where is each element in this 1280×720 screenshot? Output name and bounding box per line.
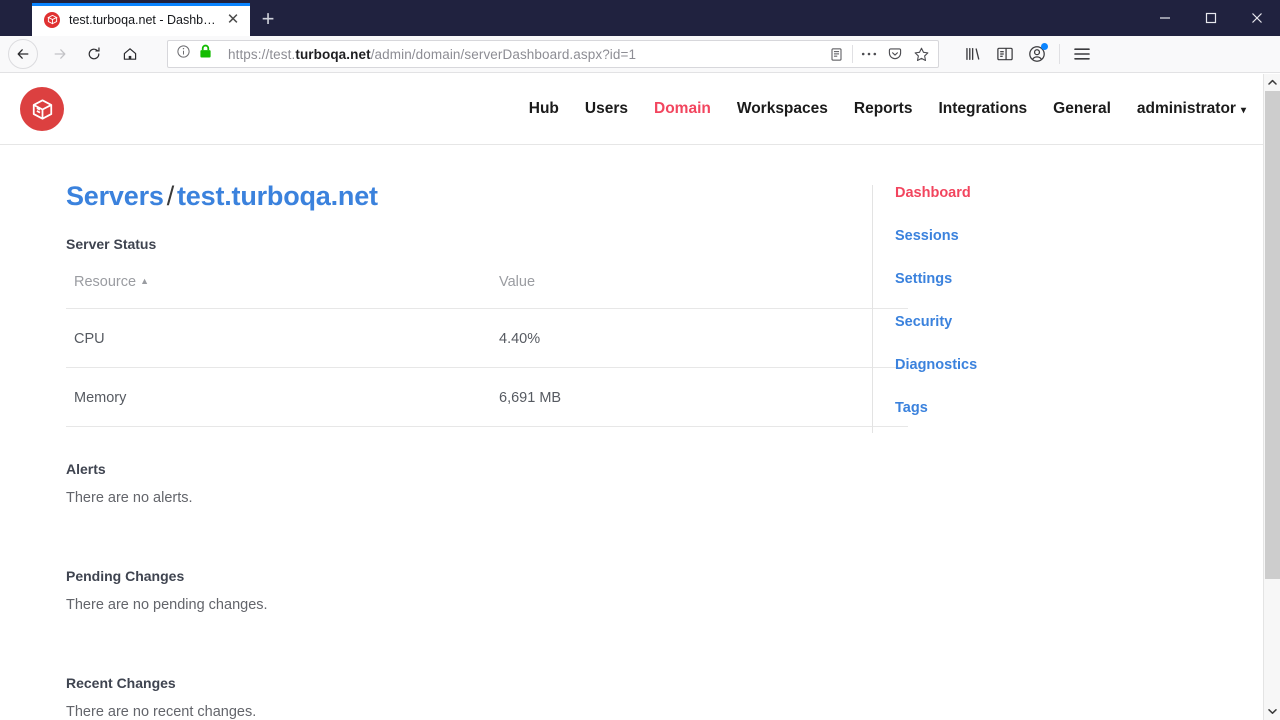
main-navigation: Hub Users Domain Workspaces Reports Inte… [529, 100, 1246, 118]
nav-item-general[interactable]: General [1053, 100, 1111, 118]
toolbar-divider [1059, 44, 1060, 64]
recent-changes-body: There are no recent changes. [66, 704, 872, 720]
turbo-cube-logo-icon[interactable] [20, 87, 64, 131]
alerts-section: Alerts There are no alerts. [66, 461, 872, 506]
account-menu-label: administrator [1137, 100, 1236, 117]
side-nav-item-settings[interactable]: Settings [885, 271, 1202, 287]
account-menu[interactable]: administrator ▾ [1137, 100, 1246, 118]
side-nav-item-diagnostics[interactable]: Diagnostics [885, 357, 1202, 373]
title-bar: test.turboqa.net - Dashboard ✕ + [0, 0, 1280, 36]
table-row: CPU 4.40% [66, 309, 908, 368]
navigation-toolbar: https://test.turboqa.net/admin/domain/se… [0, 36, 1280, 73]
nav-item-domain[interactable]: Domain [654, 100, 711, 118]
close-icon[interactable] [1234, 0, 1280, 36]
cell-value: 6,691 MB [491, 368, 908, 427]
account-notification-dot [1041, 43, 1048, 50]
cell-resource: Memory [66, 368, 491, 427]
app-header: Hub Users Domain Workspaces Reports Inte… [0, 74, 1266, 145]
scroll-up-icon[interactable] [1264, 74, 1280, 91]
nav-item-reports[interactable]: Reports [854, 100, 913, 118]
new-tab-button[interactable]: + [250, 3, 286, 36]
side-nav-links: Dashboard Sessions Settings Security Dia… [885, 185, 1202, 416]
browser-tab[interactable]: test.turboqa.net - Dashboard ✕ [32, 3, 250, 36]
address-bar[interactable]: https://test.turboqa.net/admin/domain/se… [167, 40, 939, 68]
side-nav-item-tags[interactable]: Tags [885, 400, 1202, 416]
nav-item-integrations[interactable]: Integrations [938, 100, 1027, 118]
column-header-resource-label: Resource [74, 274, 136, 290]
forward-arrow-icon [45, 39, 75, 69]
back-arrow-icon[interactable] [8, 39, 38, 69]
side-nav-item-sessions[interactable]: Sessions [885, 228, 1202, 244]
web-page: Hub Users Domain Workspaces Reports Inte… [0, 74, 1266, 720]
home-house-icon[interactable] [115, 39, 145, 69]
reload-arrow-icon[interactable] [79, 39, 109, 69]
pocket-icon[interactable] [882, 41, 908, 67]
cell-resource: CPU [66, 309, 491, 368]
app-menu-icon[interactable] [1066, 39, 1098, 69]
sidebar-icon[interactable] [989, 39, 1021, 69]
url-suffix: /admin/domain/serverDashboard.aspx?id=1 [371, 47, 636, 62]
server-status-table: Resource▲ Value CPU 4.40% Memory 6 [66, 274, 908, 427]
nav-item-hub[interactable]: Hub [529, 100, 559, 118]
alerts-title: Alerts [66, 461, 872, 477]
column-header-resource[interactable]: Resource ▲ [66, 274, 491, 309]
pending-changes-body: There are no pending changes. [66, 597, 872, 613]
favicon-icon [44, 12, 60, 28]
main-column: Servers/test.turboqa.net Server Status R… [0, 181, 872, 720]
column-header-value[interactable]: Value [491, 274, 908, 309]
breadcrumb: Servers/test.turboqa.net [66, 181, 872, 212]
breadcrumb-parent-link[interactable]: Servers [66, 181, 164, 211]
scroll-down-icon[interactable] [1264, 703, 1280, 720]
sort-ascending-icon: ▲ [140, 276, 149, 286]
alerts-body: There are no alerts. [66, 490, 872, 506]
breadcrumb-current-link[interactable]: test.turboqa.net [177, 181, 378, 211]
nav-item-workspaces[interactable]: Workspaces [737, 100, 828, 118]
bookmark-star-icon[interactable] [908, 41, 934, 67]
server-status-title: Server Status [66, 236, 872, 252]
table-row: Memory 6,691 MB [66, 368, 908, 427]
pending-changes-section: Pending Changes There are no pending cha… [66, 568, 872, 613]
browser-window: test.turboqa.net - Dashboard ✕ + [0, 0, 1280, 720]
url-text[interactable]: https://test.turboqa.net/admin/domain/se… [220, 47, 823, 62]
url-domain: turboqa.net [295, 47, 370, 62]
tab-strip: test.turboqa.net - Dashboard ✕ + [0, 0, 286, 36]
library-icon[interactable] [957, 39, 989, 69]
breadcrumb-separator: / [164, 181, 177, 211]
cell-value: 4.40% [491, 309, 908, 368]
maximize-icon[interactable] [1188, 0, 1234, 36]
reader-view-icon[interactable] [823, 41, 849, 67]
account-icon[interactable] [1021, 39, 1053, 69]
browser-toolbar-right [947, 39, 1098, 69]
window-controls [1142, 0, 1280, 36]
lock-icon[interactable] [199, 44, 212, 64]
nav-item-users[interactable]: Users [585, 100, 628, 118]
page-scrollbar[interactable] [1263, 74, 1280, 720]
page-actions-ellipsis-icon[interactable] [856, 41, 882, 67]
tab-close-icon[interactable]: ✕ [224, 11, 242, 29]
recent-changes-title: Recent Changes [66, 675, 872, 691]
chevron-down-icon: ▾ [1241, 105, 1246, 116]
minimize-icon[interactable] [1142, 0, 1188, 36]
pending-changes-title: Pending Changes [66, 568, 872, 584]
url-action-buttons [823, 41, 934, 67]
side-navigation: Dashboard Sessions Settings Security Dia… [872, 185, 1202, 433]
scrollbar-thumb[interactable] [1265, 91, 1280, 579]
tab-title: test.turboqa.net - Dashboard [69, 13, 218, 27]
side-nav-item-dashboard[interactable]: Dashboard [885, 185, 1202, 201]
page-info-icon[interactable] [176, 44, 191, 64]
table-header-row: Resource ▲ Value [66, 274, 908, 309]
url-identity-box[interactable] [176, 44, 220, 64]
url-prefix: https://test. [228, 47, 295, 62]
url-divider [852, 45, 853, 63]
recent-changes-section: Recent Changes There are no recent chang… [66, 675, 872, 720]
page-viewport: Hub Users Domain Workspaces Reports Inte… [0, 74, 1280, 720]
page-content: Servers/test.turboqa.net Server Status R… [0, 145, 1266, 720]
side-nav-item-security[interactable]: Security [885, 314, 1202, 330]
